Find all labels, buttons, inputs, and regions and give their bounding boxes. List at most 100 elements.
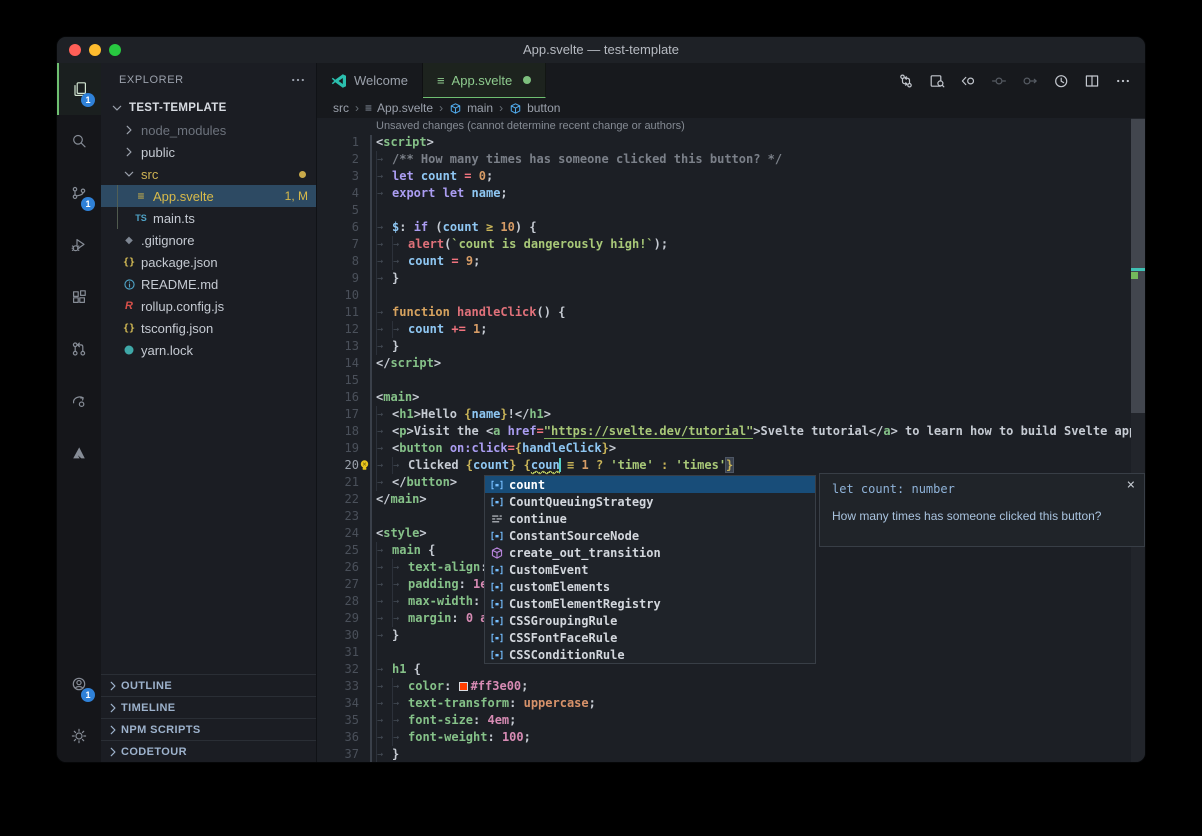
section-outline[interactable]: OUTLINE: [101, 674, 316, 696]
code-line-20[interactable]: 20→→Clicked {count} {coun ≡ 1 ? 'time' :…: [317, 457, 1131, 474]
line-number: 16: [317, 389, 359, 406]
suggest-item-countqueuingstrategy[interactable]: CountQueuingStrategy: [485, 493, 815, 510]
run-and-debug-icon: [71, 237, 87, 253]
code-line-2[interactable]: 2→/** How many times has someone clicked…: [317, 151, 1131, 168]
scrollbar-thumb[interactable]: [1131, 119, 1145, 413]
code-line-11[interactable]: 11→function handleClick() {: [317, 304, 1131, 321]
indent-tab: →: [376, 627, 392, 644]
tree-item-readme-md[interactable]: README.md: [101, 273, 316, 295]
tab-welcome[interactable]: Welcome: [317, 63, 423, 98]
code-line-18[interactable]: 18→<p>Visit the <a href="https://svelte.…: [317, 423, 1131, 440]
code-line-14[interactable]: 14</script>: [317, 355, 1131, 372]
activity-item-extensions[interactable]: [57, 271, 101, 323]
tree-item-yarn-lock[interactable]: yarn.lock: [101, 339, 316, 361]
section-codetour[interactable]: CODETOUR: [101, 740, 316, 762]
suggest-item-count[interactable]: count: [485, 476, 815, 493]
code-line-15[interactable]: 15: [317, 372, 1131, 389]
code-line-35[interactable]: 35→→font-size: 4em;: [317, 712, 1131, 729]
split-editor-icon[interactable]: [1084, 73, 1100, 89]
open-preview-icon[interactable]: [929, 73, 945, 89]
suggest-item-constantsourcenode[interactable]: ConstantSourceNode: [485, 527, 815, 544]
code-line-33[interactable]: 33→→color: #ff3e00;: [317, 678, 1131, 695]
tree-item--gitignore[interactable]: ◆.gitignore: [101, 229, 316, 251]
suggest-item-cssconditionrule[interactable]: CSSConditionRule: [485, 646, 815, 663]
tab-app-svelte[interactable]: ≡App.svelte: [423, 63, 546, 98]
suggest-label: count: [509, 478, 545, 492]
title-bar[interactable]: App.svelte — test-template: [57, 37, 1145, 63]
file-history-icon[interactable]: [1053, 73, 1069, 89]
breadcrumb: src›≡App.svelte›main›button: [317, 98, 1145, 118]
more-actions-icon[interactable]: [1115, 73, 1131, 89]
activity-item-search[interactable]: [57, 115, 101, 167]
breadcrumb-item-button[interactable]: button: [509, 101, 560, 115]
previous-change-icon[interactable]: [960, 73, 976, 89]
tree-item-src[interactable]: src: [101, 163, 316, 185]
code-line-17[interactable]: 17→<h1>Hello {name}!</h1>: [317, 406, 1131, 423]
code-line-12[interactable]: 12→→count += 1;: [317, 321, 1131, 338]
indent-tab: →: [392, 729, 408, 746]
code-line-16[interactable]: 16<main>: [317, 389, 1131, 406]
line-number: 33: [317, 678, 359, 695]
code-line-13[interactable]: 13→}: [317, 338, 1131, 355]
azure-icon: [71, 445, 87, 461]
line-number: 9: [317, 270, 359, 287]
tree-item-tsconfig-json[interactable]: {}tsconfig.json: [101, 317, 316, 339]
code-line-3[interactable]: 3→let count = 0;: [317, 168, 1131, 185]
code-line-8[interactable]: 8→→count = 9;: [317, 253, 1131, 270]
lightbulb-icon[interactable]: [358, 459, 371, 472]
suggest-item-continue[interactable]: continue: [485, 510, 815, 527]
suggest-item-cssfontfacerule[interactable]: CSSFontFaceRule: [485, 629, 815, 646]
code-line-1[interactable]: 1<script>: [317, 134, 1131, 151]
line-number: 8: [317, 253, 359, 270]
compare-changes-icon[interactable]: [898, 73, 914, 89]
suggest-item-customelementregistry[interactable]: CustomElementRegistry: [485, 595, 815, 612]
explorer-more-actions-icon[interactable]: [290, 72, 306, 88]
code-line-4[interactable]: 4→export let name;: [317, 185, 1131, 202]
suggest-item-cssgroupingrule[interactable]: CSSGroupingRule: [485, 612, 815, 629]
code-line-6[interactable]: 6→$: if (count ≥ 10) {: [317, 219, 1131, 236]
tree-item-public[interactable]: public: [101, 141, 316, 163]
tree-item-app-svelte[interactable]: ≡App.svelte1, M: [101, 185, 316, 207]
code-line-5[interactable]: 5→: [317, 202, 1131, 219]
suggest-item-create_out_transition[interactable]: create_out_transition: [485, 544, 815, 561]
close-icon[interactable]: ×: [1127, 477, 1135, 493]
code-line-19[interactable]: 19→<button on:click={handleClick}>: [317, 440, 1131, 457]
code-line-37[interactable]: 37→}: [317, 746, 1131, 762]
line-number: 34: [317, 695, 359, 712]
desktop-background: App.svelte — test-template 111 EXPLORER …: [0, 0, 1202, 836]
section-npm-scripts[interactable]: NPM SCRIPTS: [101, 718, 316, 740]
line-number: 5: [317, 202, 359, 219]
activity-item-live-share[interactable]: [57, 375, 101, 427]
code-line-34[interactable]: 34→→text-transform: uppercase;: [317, 695, 1131, 712]
activity-item-source-control[interactable]: 1: [57, 167, 101, 219]
section-timeline[interactable]: TIMELINE: [101, 696, 316, 718]
code-line-10[interactable]: 10→: [317, 287, 1131, 304]
indent-tab: →: [392, 457, 408, 474]
code-line-7[interactable]: 7→→alert(`count is dangerously high!`);: [317, 236, 1131, 253]
activity-item-github-pull-requests[interactable]: [57, 323, 101, 375]
activity-item-explorer[interactable]: 1: [57, 63, 101, 115]
suggest-label: CustomElementRegistry: [509, 597, 661, 611]
activity-item-settings[interactable]: [57, 710, 101, 762]
suggest-item-customelements[interactable]: customElements: [485, 578, 815, 595]
breadcrumb-item-app-svelte[interactable]: ≡App.svelte: [365, 101, 433, 115]
breadcrumb-item-src[interactable]: src: [333, 101, 349, 115]
indent-tab: →: [376, 440, 392, 457]
code-line-9[interactable]: 9→}: [317, 270, 1131, 287]
tree-item-node-modules[interactable]: node_modules: [101, 119, 316, 141]
tab-label: Welcome: [354, 73, 408, 88]
activity-item-accounts[interactable]: 1: [57, 658, 101, 710]
breadcrumb-item-main[interactable]: main: [449, 101, 493, 115]
tree-item-main-ts[interactable]: TSmain.ts: [101, 207, 316, 229]
suggest-item-customevent[interactable]: CustomEvent: [485, 561, 815, 578]
activity-item-run-and-debug[interactable]: [57, 219, 101, 271]
code-editor[interactable]: Unsaved changes (cannot determine recent…: [317, 118, 1145, 762]
line-number: 23: [317, 508, 359, 525]
tree-item-rollup-config-js[interactable]: Rrollup.config.js: [101, 295, 316, 317]
indent-tab: →: [376, 457, 392, 474]
tree-item-test-template[interactable]: TEST-TEMPLATE: [101, 97, 316, 119]
tree-item-package-json[interactable]: {}package.json: [101, 251, 316, 273]
activity-item-azure[interactable]: [57, 427, 101, 479]
code-line-36[interactable]: 36→→font-weight: 100;: [317, 729, 1131, 746]
tree-item-label: .gitignore: [141, 233, 194, 248]
